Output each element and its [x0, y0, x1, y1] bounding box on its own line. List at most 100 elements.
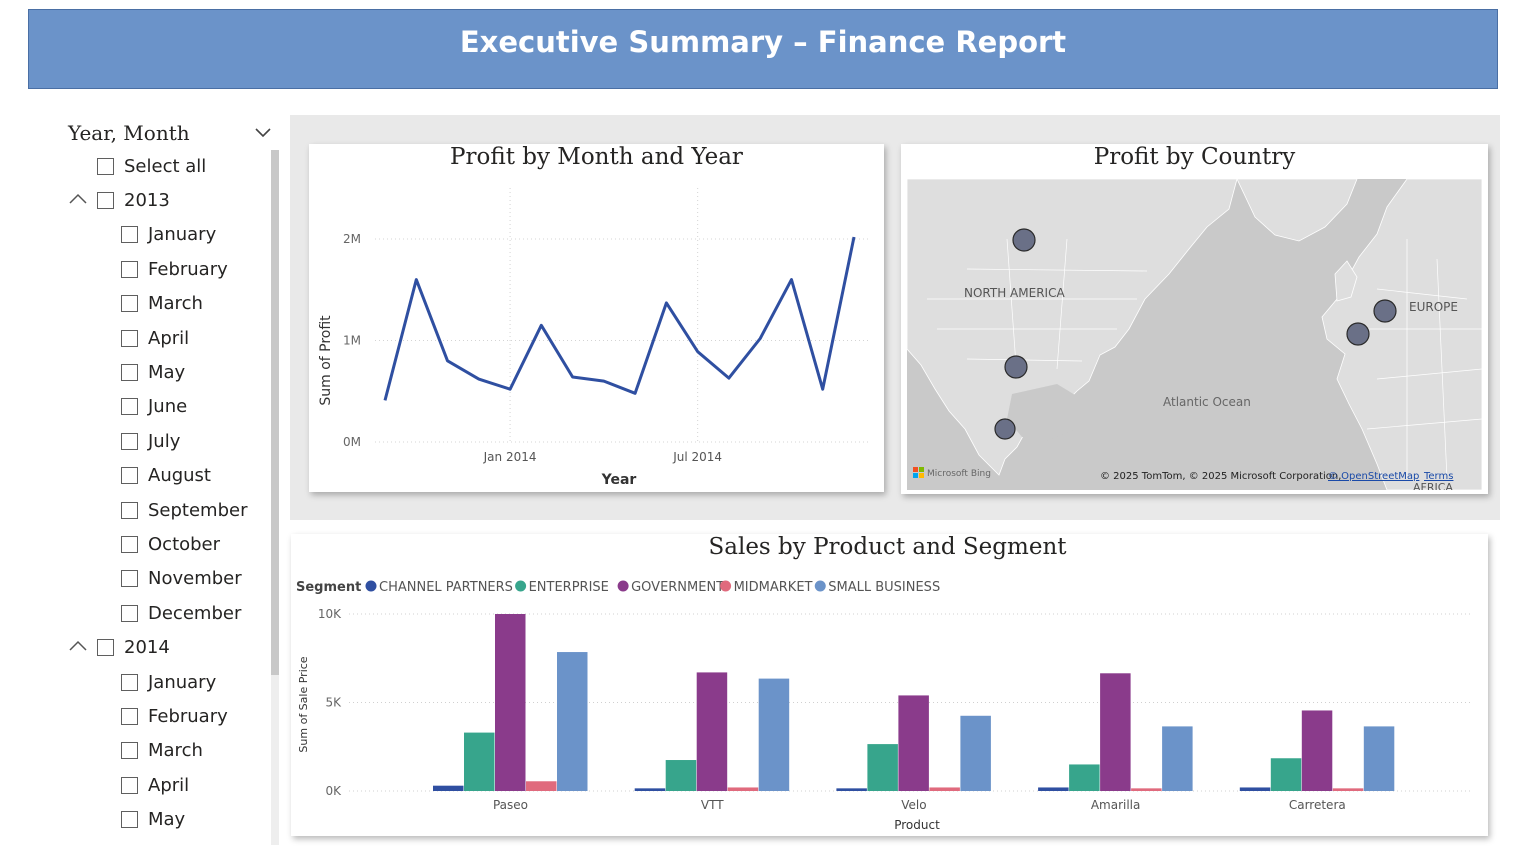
checkbox[interactable] [121, 604, 138, 622]
bar-enterprise[interactable] [1270, 758, 1302, 791]
checkbox[interactable] [121, 225, 138, 243]
bar-midmarket[interactable] [1131, 788, 1162, 791]
checkbox[interactable] [121, 260, 138, 278]
legend-item[interactable]: ENTERPRISE [529, 580, 609, 595]
bar-small-business[interactable] [1162, 726, 1193, 791]
bar-small-business[interactable] [557, 652, 588, 791]
checkbox[interactable] [121, 466, 138, 484]
bar-channel-partners[interactable] [1239, 787, 1271, 791]
checkbox[interactable] [121, 501, 138, 519]
slicer-month-item[interactable]: May [121, 807, 185, 831]
checkbox[interactable] [121, 569, 138, 587]
chevron-down-icon[interactable] [252, 122, 274, 144]
chevron-up-icon[interactable] [67, 638, 89, 654]
profit-bubble-mexico[interactable] [994, 418, 1016, 440]
slicer-month-item[interactable]: April [121, 326, 189, 350]
bar-channel-partners[interactable] [836, 788, 867, 791]
slicer-month-item[interactable]: September [121, 498, 248, 522]
slicer-month-item[interactable]: June [121, 394, 187, 418]
slicer-month-item[interactable]: March [121, 738, 203, 762]
bar-midmarket[interactable] [727, 787, 759, 791]
slicer-month-item[interactable]: August [121, 463, 211, 487]
bar-enterprise[interactable] [867, 744, 898, 791]
checkbox[interactable] [121, 810, 138, 828]
bar-channel-partners[interactable] [433, 785, 464, 791]
checkbox[interactable] [121, 673, 138, 691]
bar-government[interactable] [696, 672, 728, 791]
bar-midmarket[interactable] [929, 787, 960, 791]
slicer-month-item[interactable]: October [121, 532, 220, 556]
profit-bubble-france[interactable] [1346, 322, 1370, 346]
profit-series-line[interactable] [383, 236, 856, 401]
bar-midmarket[interactable] [526, 781, 557, 791]
bar-channel-partners[interactable] [1038, 787, 1069, 791]
profit-data-point[interactable] [758, 336, 763, 341]
profit-data-point[interactable] [695, 349, 700, 354]
chevron-up-icon[interactable] [67, 191, 89, 207]
legend-item[interactable]: SMALL BUSINESS [828, 580, 940, 595]
checkbox[interactable] [121, 535, 138, 553]
checkbox[interactable] [121, 432, 138, 450]
bar-enterprise[interactable] [1069, 764, 1100, 791]
profit-data-point[interactable] [664, 300, 669, 305]
profit-bubble-germany[interactable] [1373, 299, 1397, 323]
slicer-month-item[interactable]: January [121, 670, 216, 694]
profit-data-point[interactable] [726, 376, 731, 381]
profit-data-point[interactable] [789, 277, 794, 282]
sales-bar-chart[interactable]: Segment CHANNEL PARTNERS ENTERPRISE GOVERNM… [291, 534, 1488, 836]
slicer-month-item[interactable]: December [121, 601, 241, 625]
checkbox[interactable] [121, 741, 138, 759]
slicer-year-2014[interactable]: 2014 [97, 635, 170, 659]
profit-data-point[interactable] [633, 391, 638, 396]
checkbox[interactable] [97, 638, 114, 656]
bar-small-business[interactable] [1363, 726, 1395, 791]
bar-government[interactable] [898, 695, 929, 791]
map-terms-link[interactable]: Terms [1423, 471, 1453, 482]
profit-data-point[interactable] [852, 234, 857, 239]
profit-bubble-united-states[interactable] [1004, 355, 1028, 379]
bar-government[interactable] [1301, 710, 1333, 791]
profit-data-point[interactable] [383, 398, 388, 403]
checkbox[interactable] [97, 191, 114, 209]
slicer-month-item[interactable]: July [121, 429, 180, 453]
checkbox[interactable] [97, 157, 114, 175]
legend-item[interactable]: GOVERNMENT [631, 580, 724, 595]
checkbox[interactable] [121, 397, 138, 415]
slicer-month-item[interactable]: February [121, 257, 228, 281]
profit-bubble-canada[interactable] [1012, 228, 1036, 252]
checkbox[interactable] [121, 776, 138, 794]
slicer-month-item[interactable]: February [121, 704, 228, 728]
profit-data-point[interactable] [508, 387, 513, 392]
slicer-scrollbar-thumb[interactable] [271, 150, 279, 675]
profit-data-point[interactable] [445, 358, 450, 363]
slicer-month-item[interactable]: May [121, 360, 185, 384]
bar-government[interactable] [495, 614, 526, 791]
bar-channel-partners[interactable] [634, 788, 666, 791]
checkbox[interactable] [121, 707, 138, 725]
checkbox[interactable] [121, 294, 138, 312]
sales-bar-chart-card[interactable]: Sales by Product and Segment Segment CHAN… [291, 534, 1488, 836]
checkbox[interactable] [121, 363, 138, 381]
profit-data-point[interactable] [476, 377, 481, 382]
slicer-month-item[interactable]: November [121, 566, 242, 590]
bar-enterprise[interactable] [464, 732, 495, 791]
slicer-select-all[interactable]: Select all [97, 154, 206, 178]
profit-data-point[interactable] [539, 323, 544, 328]
bar-small-business[interactable] [758, 678, 790, 791]
slicer-month-item[interactable]: April [121, 773, 189, 797]
bar-midmarket[interactable] [1332, 788, 1364, 791]
map-canvas[interactable]: NORTH AMERICA EUROPE Atlantic Ocean AFRI… [907, 179, 1482, 490]
slicer-month-item[interactable]: January [121, 222, 216, 246]
legend-item[interactable]: CHANNEL PARTNERS [379, 580, 513, 595]
slicer-year-2013[interactable]: 2013 [97, 188, 170, 212]
profit-data-point[interactable] [414, 277, 419, 282]
profit-data-point[interactable] [570, 375, 575, 380]
checkbox[interactable] [121, 329, 138, 347]
openstreetmap-link[interactable]: © OpenStreetMap [1328, 471, 1419, 482]
bar-enterprise[interactable] [665, 760, 697, 791]
bar-small-business[interactable] [960, 715, 991, 791]
legend-item[interactable]: MIDMARKET [734, 580, 813, 595]
profit-line-chart-card[interactable]: Profit by Month and Year 0M 1M 2M Jan 2014 J… [309, 144, 884, 492]
profit-data-point[interactable] [820, 387, 825, 392]
bar-government[interactable] [1100, 673, 1131, 791]
